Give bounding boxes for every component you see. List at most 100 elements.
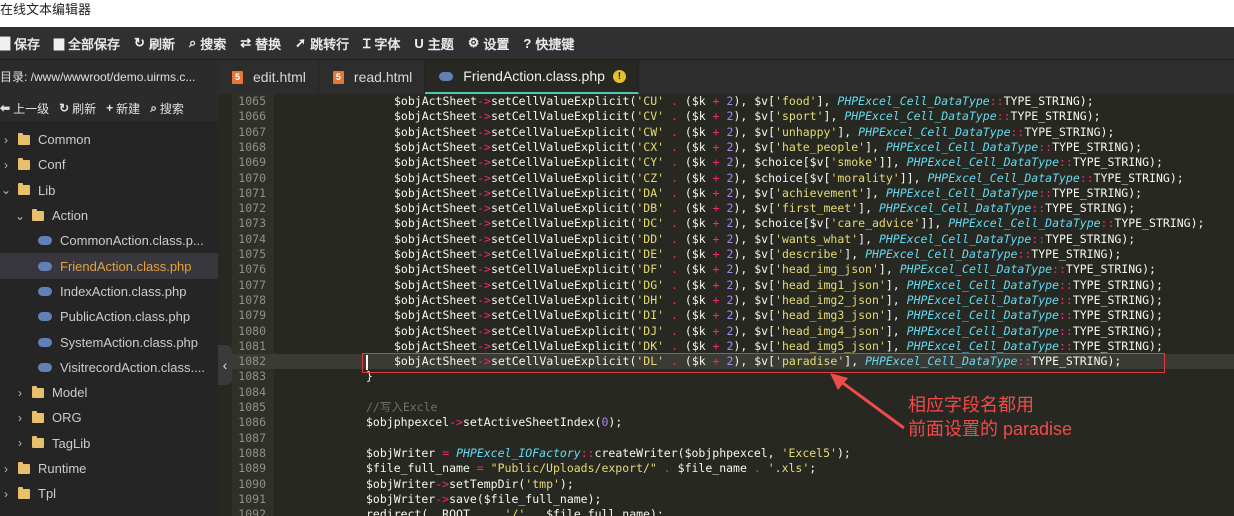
sidebar-action-0[interactable]: ⬅ 上一级 <box>0 100 54 117</box>
tree-item-label: PublicAction.class.php <box>60 309 191 325</box>
toolbar-button-3[interactable]: ⌕ 搜索 <box>182 27 233 59</box>
code-line[interactable]: 1078 $objActSheet->setCellValueExplicit('… <box>232 293 1234 308</box>
sidebar-action-1[interactable]: ↻ 刷新 <box>54 100 101 117</box>
line-number: 1074 <box>238 231 266 246</box>
code-text: $objActSheet->setCellValueExplicit('DE' … <box>394 247 1122 261</box>
chevron-right-icon[interactable]: › <box>0 158 12 172</box>
code-line[interactable]: 1066 $objActSheet->setCellValueExplicit('… <box>232 109 1234 124</box>
code-line[interactable]: 1088 $objWriter = PHPExcel_IOFactory::cre… <box>232 446 1234 461</box>
tab-1[interactable]: 5 read.html <box>318 60 426 94</box>
save-icon: ▇ <box>0 35 10 50</box>
chevron-right-icon[interactable]: › <box>14 411 26 425</box>
toolbar-button-8[interactable]: ⚙ 设置 <box>461 27 517 59</box>
line-number: 1079 <box>238 308 266 323</box>
code-line[interactable]: 1068 $objActSheet->setCellValueExplicit('… <box>232 140 1234 155</box>
tree-item[interactable]: FriendAction.class.php <box>0 253 218 279</box>
line-number: 1077 <box>238 277 266 292</box>
code-line[interactable]: 1076 $objActSheet->setCellValueExplicit('… <box>232 262 1234 277</box>
code-line[interactable]: 1069 $objActSheet->setCellValueExplicit('… <box>232 155 1234 170</box>
html-file-icon: 5 <box>232 70 243 84</box>
tree-item[interactable]: ⌄ Lib <box>0 178 218 203</box>
code-text: $objActSheet->setCellValueExplicit('DC' … <box>394 216 1205 231</box>
code-line[interactable]: 1075 $objActSheet->setCellValueExplicit('… <box>232 247 1234 262</box>
chevron-right-icon[interactable]: › <box>0 462 12 476</box>
code-line[interactable]: 1070 $objActSheet->setCellValueExplicit('… <box>232 171 1234 186</box>
line-number: 1087 <box>238 430 266 445</box>
toolbar-button-0[interactable]: ▇ 保存 <box>0 27 47 59</box>
toolbar-button-9[interactable]: ? 快捷键 <box>516 27 581 59</box>
refresh-icon: ↻ <box>134 35 145 50</box>
tree-item[interactable]: › ORG <box>0 405 218 430</box>
code-text: $objActSheet->setCellValueExplicit('CZ' … <box>394 170 1184 185</box>
code-line[interactable]: 1091 $objWriter->save($file_full_name); <box>232 492 1234 507</box>
code-editor[interactable]: 1065 $objActSheet->setCellValueExplicit('… <box>232 94 1234 516</box>
code-line[interactable]: 1086 $objphpexcel->setActiveSheetIndex(0)… <box>232 415 1234 430</box>
tab-0[interactable]: 5 edit.html <box>218 60 319 94</box>
tree-item[interactable]: › Conf <box>0 152 218 177</box>
code-line[interactable]: 1085 //写入Excle <box>232 400 1234 415</box>
line-number: 1066 <box>238 109 266 124</box>
code-text: $objActSheet->setCellValueExplicit('DF' … <box>394 262 1156 277</box>
tree-item[interactable]: › Runtime <box>0 456 218 481</box>
tree-item[interactable]: › Tpl <box>0 481 218 506</box>
tree-item-label: Action <box>52 208 89 224</box>
toolbar-button-5[interactable]: ➚ 跳转行 <box>288 27 356 59</box>
toolbar-button-label: 字体 <box>374 36 401 52</box>
toolbar-button-1[interactable]: ▆ 全部保存 <box>47 27 127 59</box>
code-line[interactable]: 1071 $objActSheet->setCellValueExplicit('… <box>232 186 1234 201</box>
tree-item[interactable]: CommonAction.class.p... <box>0 228 218 253</box>
code-line[interactable]: 1080 $objActSheet->setCellValueExplicit('… <box>232 324 1234 339</box>
tree-item[interactable]: ⌄ Action <box>0 203 218 228</box>
code-line[interactable]: 1079 $objActSheet->setCellValueExplicit('… <box>232 308 1234 323</box>
tree-item-label: FriendAction.class.php <box>60 258 192 274</box>
code-line[interactable]: 1065 $objActSheet->setCellValueExplicit('… <box>232 94 1234 109</box>
chevron-right-icon[interactable]: › <box>14 436 26 450</box>
code-text: $objActSheet->setCellValueExplicit('CX' … <box>394 139 1143 154</box>
php-file-icon <box>38 236 52 246</box>
line-number: 1072 <box>238 201 266 216</box>
code-line[interactable]: 1067 $objActSheet->setCellValueExplicit('… <box>232 125 1234 140</box>
tree-item[interactable]: › Common <box>0 127 218 152</box>
tree-item[interactable]: SystemAction.class.php <box>0 329 218 354</box>
code-text: $objActSheet->setCellValueExplicit('DG' … <box>394 277 1163 292</box>
code-line[interactable]: 1084 <box>232 385 1234 400</box>
tree-item[interactable]: PublicAction.class.php <box>0 304 218 329</box>
code-line[interactable]: 1089 $file_full_name = "Public/Uploads/ex… <box>232 461 1234 476</box>
code-text: $objActSheet->setCellValueExplicit('DI' … <box>394 308 1163 323</box>
line-number: 1075 <box>238 247 266 261</box>
line-number: 1078 <box>238 292 266 307</box>
code-line[interactable]: 1073 $objActSheet->setCellValueExplicit('… <box>232 216 1234 231</box>
code-line[interactable]: 1074 $objActSheet->setCellValueExplicit('… <box>232 232 1234 247</box>
code-line[interactable]: 1081 $objActSheet->setCellValueExplicit('… <box>232 339 1234 354</box>
toolbar-button-7[interactable]: U 主题 <box>407 27 460 59</box>
tree-item[interactable]: IndexAction.class.php <box>0 279 218 304</box>
tree-item[interactable]: VisitrecordAction.class.... <box>0 355 218 380</box>
toolbar-button-label: 刷新 <box>148 36 175 52</box>
php-file-icon <box>439 71 454 81</box>
tree-item[interactable]: › TagLib <box>0 431 218 456</box>
code-line[interactable]: 1077 $objActSheet->setCellValueExplicit('… <box>232 278 1234 293</box>
toolbar-button-4[interactable]: ⇄ 替换 <box>233 27 288 59</box>
tab-2[interactable]: FriendAction.class.php! <box>425 60 639 94</box>
chevron-down-icon[interactable]: ⌄ <box>14 209 26 223</box>
toolbar-button-2[interactable]: ↻ 刷新 <box>127 27 182 59</box>
code-line[interactable]: 1072 $objActSheet->setCellValueExplicit('… <box>232 201 1234 216</box>
help-icon: ? <box>523 35 532 51</box>
sidebar-action-2[interactable]: + 新建 <box>101 100 145 117</box>
chevron-right-icon[interactable]: › <box>0 133 12 147</box>
chevron-right-icon[interactable]: › <box>0 487 12 501</box>
chevron-right-icon[interactable]: › <box>14 386 26 400</box>
line-number: 1084 <box>238 384 266 399</box>
tree-item-label: Model <box>52 385 88 401</box>
code-line[interactable]: 1087 <box>232 431 1234 446</box>
code-text: $objActSheet->setCellValueExplicit('CY' … <box>394 155 1163 170</box>
tree-item[interactable]: › Model <box>0 380 218 405</box>
code-line[interactable]: 1090 $objWriter->setTempDir('tmp'); <box>232 477 1234 492</box>
chevron-down-icon[interactable]: ⌄ <box>0 183 12 197</box>
search-icon: ⌕ <box>188 35 197 50</box>
sidebar-action-label: 上一级 <box>13 101 50 116</box>
sidebar-action-3[interactable]: ⌕ 搜索 <box>145 100 189 117</box>
code-line[interactable]: 1092 redirect(__ROOT__ . '/' . $file_full… <box>232 507 1234 516</box>
sidebar-collapse-icon[interactable]: ‹ <box>218 345 232 385</box>
toolbar-button-6[interactable]: Ɪ 字体 <box>356 27 407 59</box>
